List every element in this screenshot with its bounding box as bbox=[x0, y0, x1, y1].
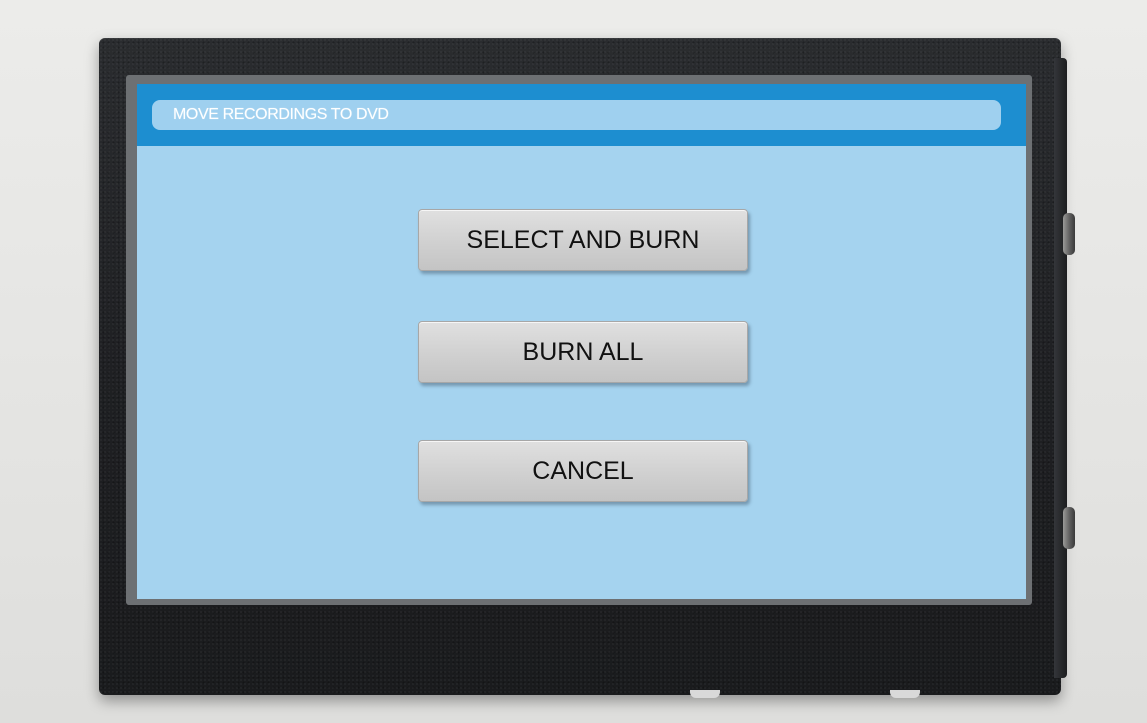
device-foot-left bbox=[690, 690, 720, 698]
title-pill: MOVE RECORDINGS TO DVD bbox=[152, 100, 1001, 130]
title-bar: MOVE RECORDINGS TO DVD bbox=[137, 84, 1026, 146]
device-foot-right bbox=[890, 690, 920, 698]
burn-all-button[interactable]: BURN ALL bbox=[418, 321, 748, 383]
side-knob-top bbox=[1063, 213, 1075, 255]
select-and-burn-button[interactable]: SELECT AND BURN bbox=[418, 209, 748, 271]
side-knob-bottom bbox=[1063, 507, 1075, 549]
device-side-panel bbox=[1054, 58, 1067, 678]
cancel-button[interactable]: CANCEL bbox=[418, 440, 748, 502]
dialog-title: MOVE RECORDINGS TO DVD bbox=[173, 106, 389, 123]
screen: MOVE RECORDINGS TO DVD SELECT AND BURN B… bbox=[137, 84, 1026, 599]
